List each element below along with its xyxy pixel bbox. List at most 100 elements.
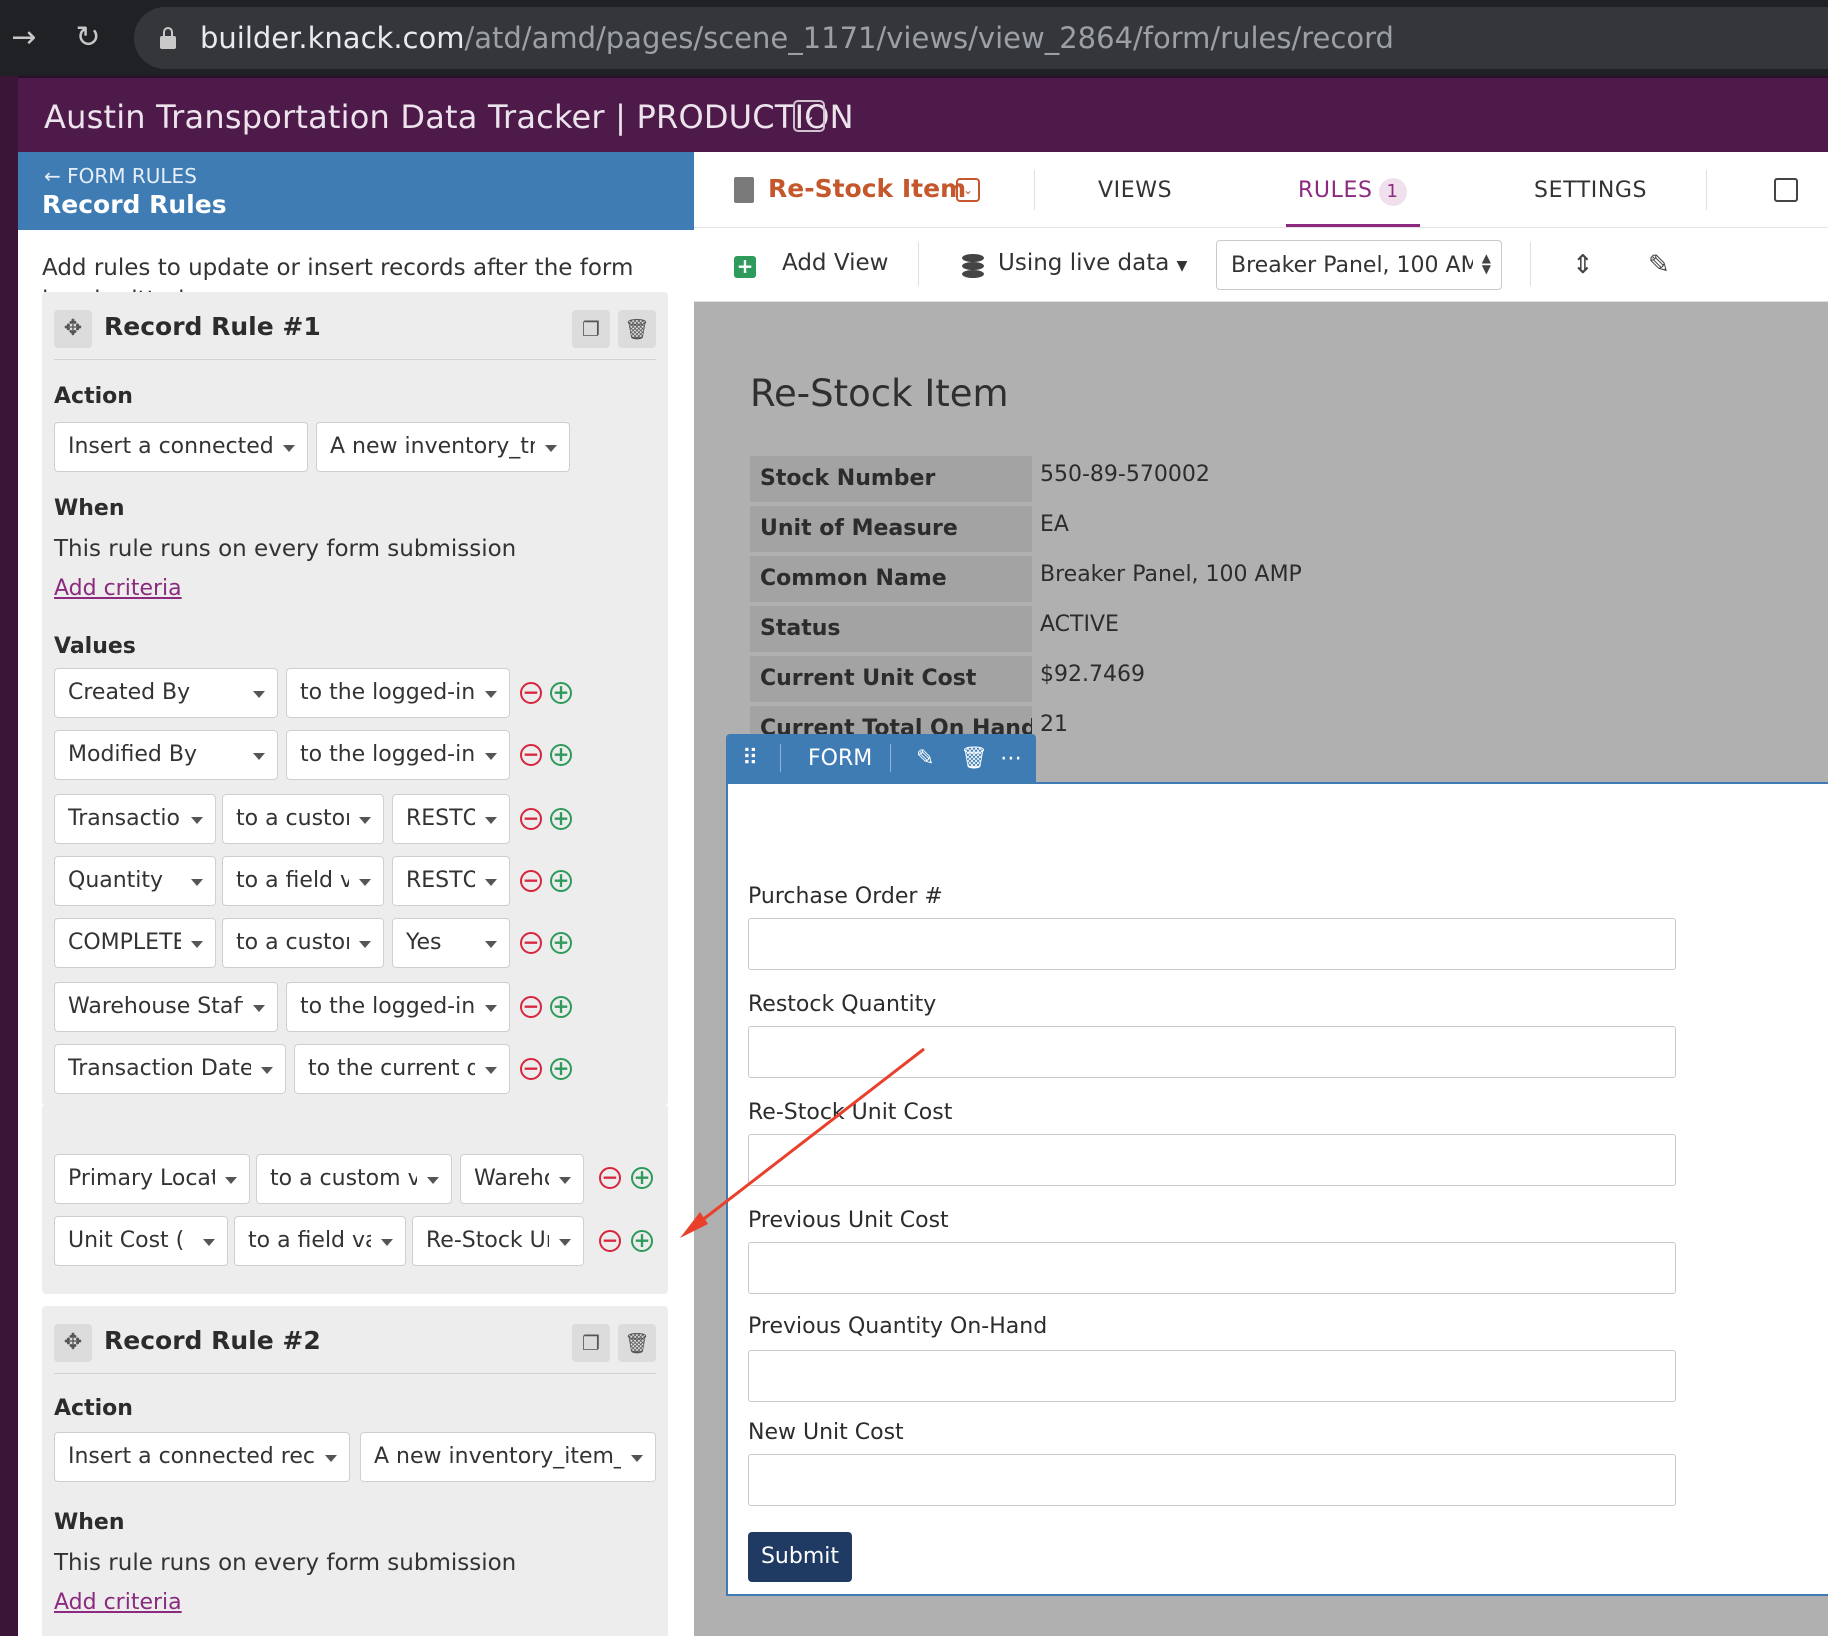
add-value-icon[interactable]: + [550,932,572,954]
remove-value-icon[interactable]: − [520,870,542,892]
action-target-select[interactable]: A new inventory_transaction [316,422,570,472]
submit-button[interactable]: Submit [748,1532,852,1582]
remove-value-icon[interactable]: − [520,682,542,704]
tab-views[interactable]: VIEWS [1098,178,1172,203]
value-type-select[interactable]: to a field value [234,1216,406,1266]
action-type-select[interactable]: Insert a connected record [54,422,308,472]
hide-design-icon[interactable]: ✎ [1648,250,1670,280]
add-value-icon[interactable]: + [631,1230,653,1252]
value-field-select[interactable]: Unit Cost ( [54,1216,228,1266]
edit-pencil-icon[interactable]: ✎ [916,746,934,771]
when-label: When [54,1510,125,1535]
forward-arrow-icon[interactable]: → [4,18,44,58]
database-icon [962,254,984,278]
value-type-select[interactable]: to a custom value [222,794,384,844]
restock-unit-cost-input[interactable] [748,1134,1676,1186]
add-view-button[interactable]: Add View [782,250,888,276]
value-field-select[interactable]: Warehouse Staff [54,982,278,1032]
value-field-select[interactable]: Modified By [54,730,278,780]
value-type-select[interactable]: to a custom value [256,1154,452,1204]
move-handle-icon[interactable]: ✥ [54,1324,92,1362]
action-label: Action [54,1396,133,1421]
copy-icon[interactable]: ❐ [572,310,610,348]
value-input-select[interactable]: RESTOCK [392,794,510,844]
new-unit-cost-input[interactable] [748,1454,1676,1506]
value-type-select[interactable]: to a field value [222,856,384,906]
remove-value-icon[interactable]: − [520,808,542,830]
value-type-select[interactable]: to the logged-in Account [286,668,510,718]
copy-icon[interactable]: ❐ [572,1324,610,1362]
value-input-select[interactable]: Yes [392,918,510,968]
divider [1530,242,1531,286]
builder-toolbar: + Add View Using live data ▼ Breaker Pan… [694,228,1828,302]
value-field-select[interactable]: COMPLETED [54,918,216,968]
left-edge-bar [0,76,18,1636]
page-name[interactable]: Re-Stock Item [768,174,966,203]
add-value-icon[interactable]: + [550,744,572,766]
when-description: This rule runs on every form submission [54,536,517,562]
action-label: Action [54,384,133,409]
page-chevron-down-icon[interactable]: ⌄ [956,178,980,202]
remove-value-icon[interactable]: − [599,1230,621,1252]
remove-value-icon[interactable]: − [520,996,542,1018]
field-label: Previous Unit Cost [748,1208,949,1233]
drag-grip-icon[interactable]: ⠿ [742,746,758,771]
add-value-icon[interactable]: + [550,808,572,830]
rule-header: ✥ Record Rule #2 ❐ 🗑 [54,1318,656,1374]
value-field-select[interactable]: Transaction Date [54,1044,286,1094]
move-handle-icon[interactable]: ✥ [54,310,92,348]
value-field-select[interactable]: Primary Location [54,1154,250,1204]
more-options-icon[interactable]: ⋯ [1000,746,1022,771]
remove-value-icon[interactable]: − [520,1058,542,1080]
value-type-select[interactable]: to the logged-in Account [286,730,510,780]
values-label: Values [54,634,136,659]
add-value-icon[interactable]: + [631,1167,653,1189]
add-view-plus-icon[interactable]: + [734,256,756,278]
value-field-select[interactable]: Transaction Type [54,794,216,844]
action-target-select[interactable]: A new inventory_item_ [360,1432,656,1482]
value-field-select[interactable]: Quantity [54,856,216,906]
data-mode-dropdown[interactable]: Using live data ▼ [998,250,1187,276]
action-type-select[interactable]: Insert a connected record [54,1432,350,1482]
record-rule-card: ✥ Record Rule #2 ❐ 🗑 Action Insert a con… [42,1306,668,1636]
tab-settings[interactable]: SETTINGS [1534,178,1647,203]
arrow-left-icon: ← [44,164,61,188]
remove-value-icon[interactable]: − [520,744,542,766]
view-type-label: FORM [808,746,873,771]
add-criteria-link[interactable]: Add criteria [54,576,182,601]
value-type-select[interactable]: to the current date [294,1044,510,1094]
add-criteria-link[interactable]: Add criteria [54,1590,182,1615]
value-type-select[interactable]: to the logged-in Account [286,982,510,1032]
previous-unit-cost-input[interactable] [748,1242,1676,1294]
when-label: When [54,496,125,521]
restock-quantity-input[interactable] [748,1026,1676,1078]
app-switcher-chevron-icon[interactable]: ⌄ [793,100,825,132]
url-text: builder.knack.com/atd/amd/pages/scene_11… [200,21,1394,55]
back-to-form-rules-link[interactable]: ← FORM RULES [44,164,197,188]
reload-icon[interactable]: ↻ [68,18,108,58]
value-input-select[interactable]: Re-Stock Unit Cost [412,1216,584,1266]
external-link-icon[interactable] [1774,178,1798,202]
add-value-icon[interactable]: + [550,870,572,892]
trash-icon[interactable]: 🗑 [960,746,988,771]
remove-value-icon[interactable]: − [520,932,542,954]
expand-height-icon[interactable]: ⇕ [1572,250,1594,280]
value-field-select[interactable]: Created By [54,668,278,718]
value-input-select[interactable]: Warehouse [460,1154,584,1204]
detail-row: Status ACTIVE [750,606,1650,654]
address-bar[interactable]: builder.knack.com/atd/amd/pages/scene_11… [134,7,1828,69]
tab-rules[interactable]: RULES 1 [1298,178,1407,206]
trash-icon[interactable]: 🗑 [618,1324,656,1362]
value-input-select[interactable]: RESTOCK_QUANTITY [392,856,510,906]
purchase-order-input[interactable] [748,918,1676,970]
detail-row: Common Name Breaker Panel, 100 AMP [750,556,1650,604]
add-value-icon[interactable]: + [550,996,572,1018]
field-label: Purchase Order # [748,884,943,909]
add-value-icon[interactable]: + [550,1058,572,1080]
preview-record-select[interactable]: Breaker Panel, 100 AMP ▲ ▼ [1216,240,1502,290]
trash-icon[interactable]: 🗑 [618,310,656,348]
remove-value-icon[interactable]: − [599,1167,621,1189]
value-type-select[interactable]: to a custom value [222,918,384,968]
previous-quantity-input[interactable] [748,1350,1676,1402]
add-value-icon[interactable]: + [550,682,572,704]
